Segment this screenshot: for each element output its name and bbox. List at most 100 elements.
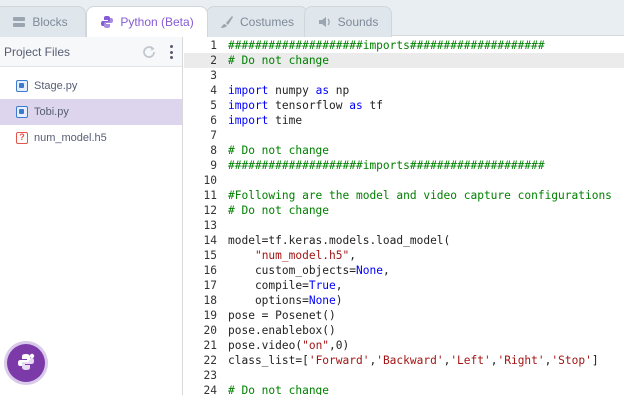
code-token: tf [362,99,383,112]
code-token: pose.enablebox() [228,324,336,337]
code-token: 'Forward' [308,354,370,367]
tab-costumes[interactable]: Costumes [206,6,308,37]
code-line[interactable]: 23 [184,368,624,383]
line-code: import tensorflow as tf [228,98,383,113]
code-line[interactable]: 8 # Do not change [184,143,624,158]
line-code: options=None) [228,293,343,308]
code-token: as [349,99,363,112]
line-number: 4 [210,84,217,97]
code-line[interactable]: 16 custom_objects=None, [184,263,624,278]
code-line[interactable]: 4 import numpy as np [184,83,624,98]
code-token: 'Left' [450,354,491,367]
line-number: 23 [203,369,217,382]
code-token: ####################imports#############… [228,159,545,172]
line-code: import time [228,113,302,128]
unknown-file-icon: ? [16,132,28,144]
line-number: 2 [210,54,217,67]
code-line[interactable]: 6 import time [184,113,624,128]
line-number: 22 [203,354,217,367]
code-token: as [315,84,330,97]
code-line[interactable]: 24 # Do not change [184,383,624,395]
code-line[interactable]: 22 class_list=['Forward','Backward','Left… [184,353,624,368]
tab-python[interactable]: Python (Beta) [86,6,208,37]
more-options-icon[interactable] [168,45,174,59]
code-token: "num_model.h5" [254,249,350,262]
tab-sounds[interactable]: Sounds [304,6,392,37]
blocks-icon [12,16,26,28]
line-code: # Do not change [228,203,329,218]
sidebar-title: Project Files [4,44,71,59]
python-icon [100,15,114,29]
line-number: 1 [210,39,217,52]
code-token: time [268,114,303,127]
line-number: 19 [203,309,217,322]
code-token: 'Backward' [376,354,444,367]
line-number: 17 [203,279,217,292]
code-line[interactable]: 7 [184,128,624,143]
line-number: 11 [203,189,217,202]
python-file-icon [16,80,28,92]
code-token: import [228,84,269,97]
code-line[interactable]: 1 ####################imports############… [184,38,624,53]
code-line[interactable]: 5 import tensorflow as tf [184,98,624,113]
code-line[interactable]: 14 model=tf.keras.models.load_model( [184,233,624,248]
project-files-sidebar: Project Files Stage.py Tobi.py ? num_mod… [0,37,183,395]
line-number: 20 [203,324,217,337]
code-token: , [349,249,356,262]
file-item-tobi[interactable]: Tobi.py [0,99,182,125]
code-token: # Do not change [228,144,330,157]
file-name: num_model.h5 [34,132,107,144]
code-line[interactable]: 12 # Do not change [184,203,624,218]
line-number: 10 [203,174,217,187]
code-token: 'Right' [497,354,545,367]
tab-blocks[interactable]: Blocks [0,6,86,37]
code-token: None [308,294,336,307]
code-token: ] [591,354,599,367]
tab-bar: Blocks Python (Beta) Costumes Sounds [0,0,624,37]
code-token: custom_objects= [228,264,356,277]
code-token: None [355,264,383,277]
code-token: pose = Posenet() [228,309,336,322]
code-line[interactable]: 9 ####################imports############… [184,158,624,173]
code-token: tensorflow [268,99,350,112]
code-line[interactable]: 11 #Following are the model and video cap… [184,188,624,203]
code-line[interactable]: 19 pose = Posenet() [184,308,624,323]
code-token: # Do not change [228,54,330,67]
extension-fab-button[interactable] [7,344,45,382]
code-line[interactable]: 20 pose.enablebox() [184,323,624,338]
line-code: pose.video("on",0) [228,338,349,353]
code-line[interactable]: 3 [184,68,624,83]
code-token: class_list=[ [228,354,309,367]
line-number: 5 [210,99,217,112]
file-item-stage[interactable]: Stage.py [0,73,182,99]
line-code: ####################imports#############… [228,38,545,53]
line-code: import numpy as np [228,83,349,98]
code-token: model=tf.keras.models.load_model( [228,234,451,247]
code-token: np [329,84,350,97]
line-number: 21 [203,339,217,352]
code-line[interactable]: 15 "num_model.h5", [184,248,624,263]
file-item-num-model[interactable]: ? num_model.h5 [0,125,182,151]
line-code: custom_objects=None, [228,263,390,278]
brush-icon [220,15,234,29]
line-code: pose = Posenet() [228,308,336,323]
line-code: model=tf.keras.models.load_model( [228,233,450,248]
line-code: compile=True, [228,278,343,293]
file-list: Stage.py Tobi.py ? num_model.h5 [0,73,182,151]
speaker-icon [318,16,332,28]
code-line[interactable]: 17 compile=True, [184,278,624,293]
file-name: Tobi.py [34,106,69,118]
code-token: pose.video( [228,339,303,352]
code-token: ) [335,294,343,307]
code-line[interactable]: 21 pose.video("on",0) [184,338,624,353]
tab-label: Blocks [32,15,68,29]
refresh-icon[interactable] [141,44,157,60]
code-line[interactable]: 13 [184,218,624,233]
code-line[interactable]: 18 options=None) [184,293,624,308]
line-number: 9 [210,159,217,172]
code-editor[interactable]: 1 ####################imports############… [184,37,624,395]
code-line[interactable]: 10 [184,173,624,188]
code-line[interactable]: 2 # Do not change [184,53,624,68]
line-number: 18 [203,294,217,307]
